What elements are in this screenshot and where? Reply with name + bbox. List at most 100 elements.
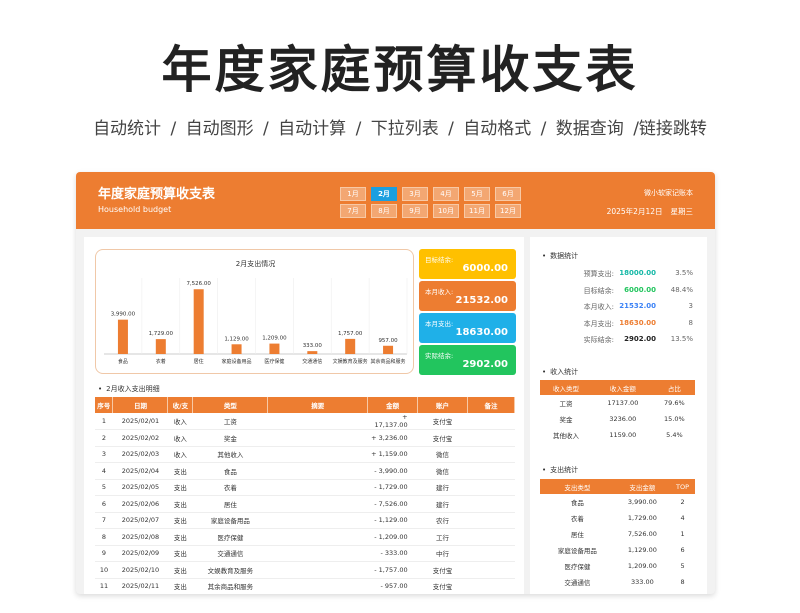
month-tab-3[interactable]: 3月 <box>402 187 428 201</box>
right-panel: 数据统计 预算支出: 18000.00 3.5% 目标结余: 6000.00 48.4% 本… <box>530 237 707 594</box>
brand-label: 微小软家记账本 <box>644 189 693 197</box>
month-tab-10[interactable]: 10月 <box>433 204 459 218</box>
table-row[interactable]: 8 2025/02/08 支出 医疗保健 - 1,209.00 工行 <box>95 528 515 546</box>
table-row[interactable]: 食品 3,990.00 2 <box>540 494 695 510</box>
table-cell: 1,209.00 <box>627 562 657 570</box>
table-row[interactable]: 工资 17137.00 79.6% <box>540 395 695 411</box>
table-row[interactable]: 3 2025/02/03 收入 其他收入 + 1,159.00 微信 <box>95 446 515 463</box>
month-tab-2[interactable]: 2月 <box>371 187 397 201</box>
table-cell: 2 <box>95 429 113 447</box>
table-row[interactable]: 9 2025/02/09 支出 交通通信 - 333.00 中行 <box>95 545 515 562</box>
table-cell: - 957.00 <box>367 578 418 594</box>
table-cell <box>467 495 515 513</box>
feature-separator: / <box>448 119 454 139</box>
table-cell: 333.00 <box>630 578 654 586</box>
feature-separator: / <box>355 119 362 139</box>
table-cell <box>467 429 515 447</box>
table-row[interactable]: 交通通信 333.00 8 <box>540 574 695 590</box>
table-cell <box>267 462 368 480</box>
table-row[interactable]: 1 2025/02/01 收入 工资 + 17,137.00 支付宝 <box>95 413 515 430</box>
table-row[interactable]: 6 2025/02/06 支出 居住 - 7,526.00 建行 <box>95 495 515 513</box>
table-cell: 文娱教育及服务 <box>192 561 268 579</box>
month-tab-8[interactable]: 8月 <box>371 204 397 218</box>
chart-bar <box>269 343 280 354</box>
chart-data-label: 7,526.00 <box>186 281 211 287</box>
table-cell: 6 <box>680 546 685 554</box>
table-row[interactable]: 家庭设备用品 1,129.00 6 <box>540 542 695 558</box>
month-tab-12[interactable]: 12月 <box>495 204 521 218</box>
table-cell: 支出 <box>167 495 193 513</box>
table-cell: - 7,526.00 <box>367 495 418 513</box>
left-panel: 2月支出情况 3,990.00 食品 1,729.00 衣着 7,526.00 居住 1,1… <box>84 237 524 594</box>
table-cell: 交通通信 <box>192 545 268 562</box>
date-display: 2025年2月12日 星期三 <box>599 206 693 217</box>
stat-percent: 3.5% <box>675 269 693 277</box>
table-cell: 家庭设备用品 <box>192 512 268 529</box>
feature-item: 数据查询 <box>555 119 624 139</box>
chart-bar <box>383 345 394 354</box>
table-cell: 4 <box>95 462 113 480</box>
stat-percent: 8 <box>688 318 693 327</box>
stat-row: 实际结余: 2902.00 13.5% <box>530 335 707 351</box>
table-row[interactable]: 其他收入 1159.00 5.4% <box>540 427 695 443</box>
table-row[interactable]: 2 2025/02/02 收入 奖金 + 3,236.00 支付宝 <box>95 429 515 447</box>
month-tab-6[interactable]: 6月 <box>495 187 521 201</box>
chart-category-label: 交通通信 <box>302 358 322 365</box>
summary-card: 目标结余: 6000.00 <box>419 249 516 279</box>
chart-bar <box>193 289 204 354</box>
table-row[interactable]: 奖金 3236.00 15.0% <box>540 411 695 427</box>
table-row[interactable]: 4 2025/02/04 支出 食品 - 3,990.00 微信 <box>95 462 515 480</box>
month-tab-9[interactable]: 9月 <box>402 204 428 218</box>
table-cell <box>267 429 368 447</box>
table-cell: 支出 <box>167 462 193 480</box>
stat-value: 18000.00 <box>619 269 656 277</box>
month-tab-4[interactable]: 4月 <box>433 187 459 201</box>
app-window: 年度家庭预算收支表 Household budget 1月 2月 3月 4月 5月 6月 7… <box>76 172 715 594</box>
chart-data-label: 1,757.00 <box>338 331 363 337</box>
feature-item: 自动图形 <box>185 119 254 139</box>
month-tab-1[interactable]: 1月 <box>340 187 366 201</box>
feature-item: 自动统计 <box>93 119 162 139</box>
table-cell <box>267 512 368 529</box>
summary-card-value: 2902.00 <box>462 359 508 370</box>
month-tab-5[interactable]: 5月 <box>464 187 490 201</box>
date-text: 2025年2月12日 <box>606 207 663 216</box>
table-cell <box>467 446 515 463</box>
expense-column-header: TOP <box>670 479 695 494</box>
table-row[interactable]: 11 2025/02/11 支出 其余商品和服务 - 957.00 支付宝 <box>95 578 515 594</box>
table-cell: 支出 <box>167 561 193 579</box>
chart-category-label: 家庭设备用品 <box>222 358 252 365</box>
month-tab-11[interactable]: 11月 <box>464 204 490 218</box>
table-cell: 6 <box>95 495 113 513</box>
table-row[interactable]: 7 2025/02/07 支出 家庭设备用品 - 1,129.00 农行 <box>95 512 515 529</box>
table-cell: + 1,159.00 <box>367 446 418 463</box>
table-cell: 交通通信 <box>564 579 591 587</box>
stat-value: 21532.00 <box>619 302 656 310</box>
chart-data-label: 957.00 <box>378 338 398 344</box>
table-cell: 衣着 <box>570 515 584 523</box>
feature-separator: / <box>540 119 547 139</box>
table-cell: 微信 <box>417 462 468 480</box>
chart-data-label: 1,209.00 <box>262 336 287 342</box>
table-cell <box>267 413 368 430</box>
table-cell: 家庭设备用品 <box>557 547 597 555</box>
table-cell: 2 <box>680 498 685 506</box>
summary-card-label: 本月收入: <box>425 288 454 296</box>
table-cell: 支付宝 <box>417 413 468 430</box>
table-cell: 微信 <box>417 446 468 463</box>
table-cell: 农行 <box>417 512 468 529</box>
chart-bar <box>231 344 242 354</box>
stat-label: 预算支出: <box>583 270 614 278</box>
feature-item: 下拉列表 <box>370 119 439 139</box>
detail-column-header: 日期 <box>112 397 169 413</box>
table-row[interactable]: 衣着 1,729.00 4 <box>540 510 695 526</box>
table-row[interactable]: 5 2025/02/05 支出 衣着 - 1,729.00 建行 <box>95 479 515 496</box>
detail-column-header: 类型 <box>192 397 269 413</box>
table-row[interactable]: 医疗保健 1,209.00 5 <box>540 558 695 574</box>
table-cell: 奖金 <box>559 416 573 424</box>
month-tab-7[interactable]: 7月 <box>340 204 366 218</box>
table-row[interactable]: 10 2025/02/10 支出 文娱教育及服务 - 1,757.00 支付宝 <box>95 561 515 579</box>
table-row[interactable]: 居住 7,526.00 1 <box>540 526 695 542</box>
table-cell: + 17,137.00 <box>367 413 418 430</box>
summary-card: 实际结余: 2902.00 <box>419 345 516 375</box>
